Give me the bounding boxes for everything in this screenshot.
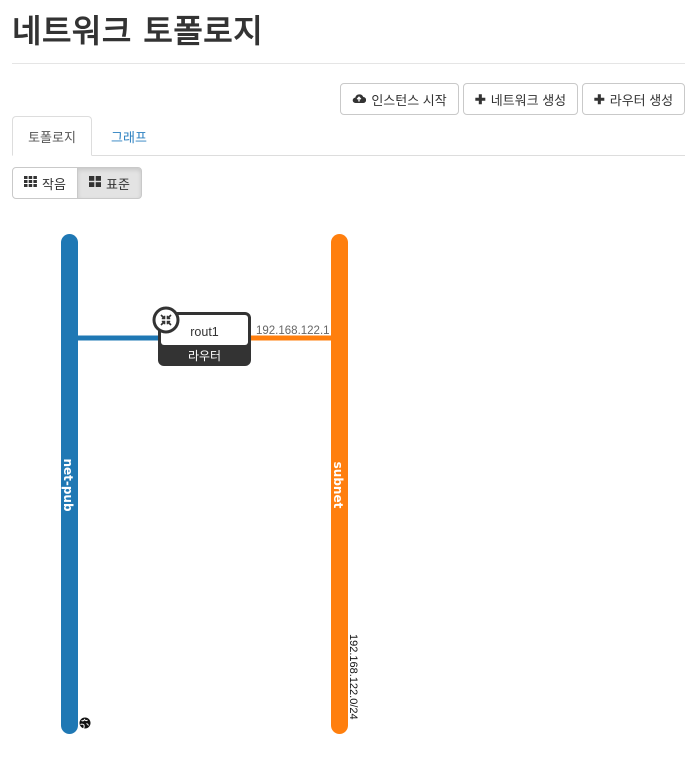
network-cidr-subnet: 192.168.122.0/24	[347, 634, 359, 720]
router-icon	[152, 306, 180, 334]
router-node[interactable]: rout1 라우터	[152, 306, 251, 366]
network-label-subnet: subnet	[331, 462, 345, 509]
topology-canvas: 192.168.122.1 net-pub subnet 192.168.122…	[61, 234, 359, 734]
router-name: rout1	[190, 325, 219, 339]
network-label-net-pub: net-pub	[61, 458, 75, 512]
router-port-ip: 192.168.122.1	[256, 325, 330, 337]
globe-icon	[79, 717, 91, 729]
router-type-label: 라우터	[188, 349, 221, 363]
